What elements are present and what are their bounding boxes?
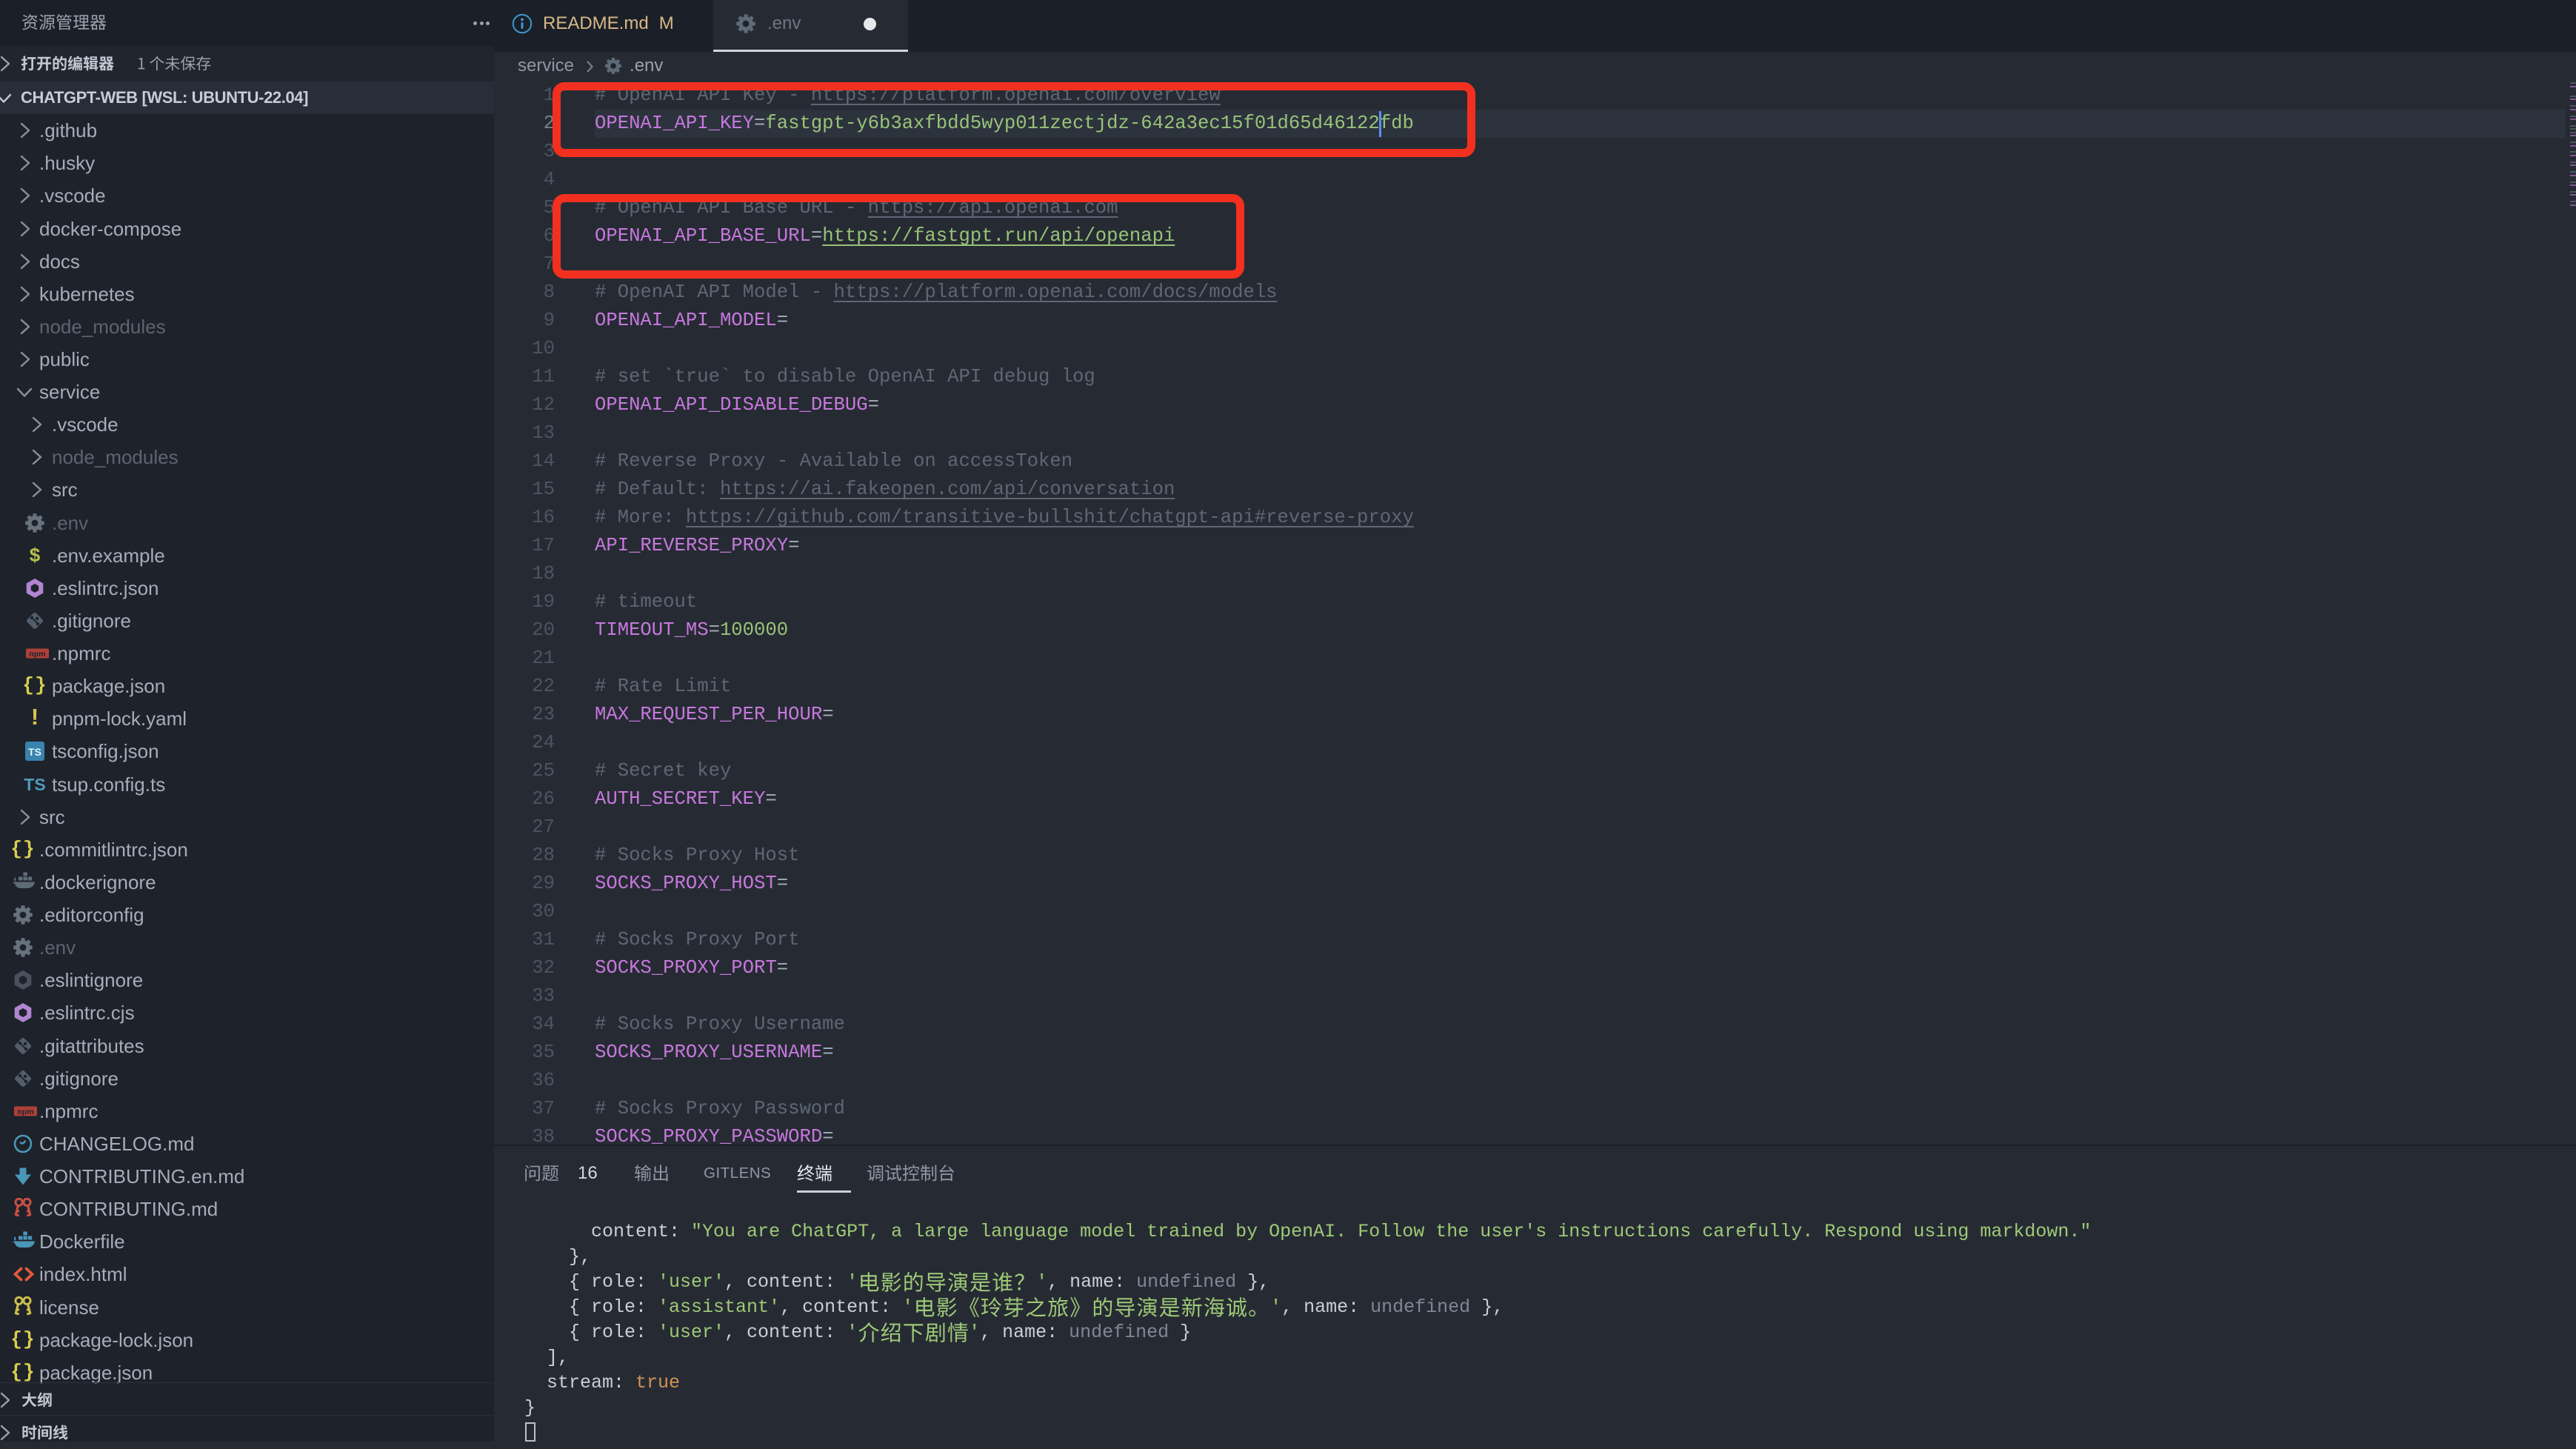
- svg-text:TS: TS: [28, 746, 41, 758]
- svg-text:npm: npm: [17, 1107, 33, 1116]
- svg-text:npm: npm: [29, 650, 45, 659]
